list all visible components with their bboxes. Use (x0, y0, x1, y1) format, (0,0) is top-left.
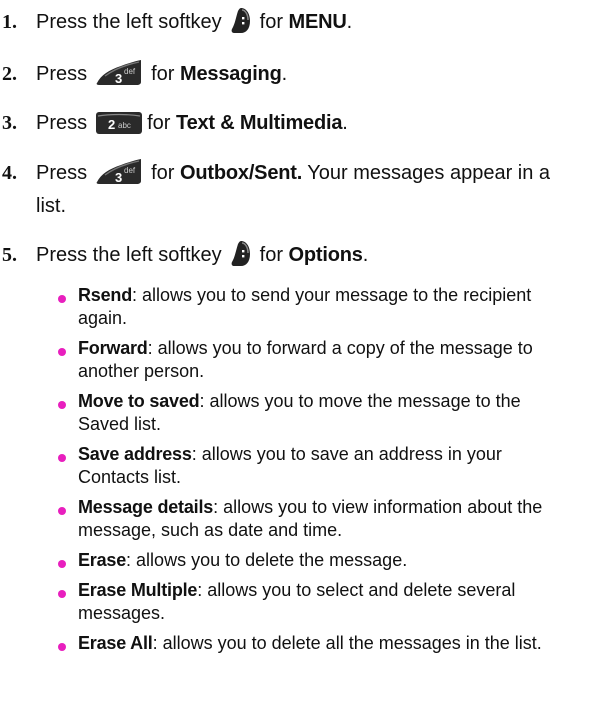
svg-text:3: 3 (115, 71, 122, 86)
option-description: another person. (78, 361, 205, 381)
options-label: Options (288, 244, 363, 266)
step-2: 2. Press 3 def for Messaging. (2, 59, 287, 94)
text-multimedia-label: Text & Multimedia (176, 112, 343, 134)
step-text: for (147, 112, 171, 134)
step-text: Press (36, 63, 88, 85)
key-2-abc-icon: 2 abc (95, 111, 143, 143)
step-text: Press the left softkey (36, 11, 222, 33)
step-text: list. (36, 195, 66, 217)
step-text: . (342, 112, 348, 134)
step-5: 5. Press the left softkey for Options. (2, 240, 368, 275)
step-text: Your messages appear in a (307, 162, 551, 184)
svg-text:3: 3 (115, 170, 122, 185)
step-number: 3. (2, 112, 17, 134)
step-number: 2. (2, 63, 17, 85)
option-term: Save address (78, 444, 192, 464)
option-term: Forward (78, 338, 148, 358)
option-description: Saved list. (78, 414, 162, 434)
step-number: 1. (2, 11, 17, 33)
step-text: . (281, 63, 288, 85)
softkey-left-icon (230, 240, 252, 275)
instruction-document: 1. Press the left softkey for MENU. 2. Pres… (0, 0, 599, 712)
list-item: Save address: allows you to save an addr… (58, 443, 594, 489)
svg-text:def: def (124, 67, 136, 76)
bullet-icon (58, 401, 66, 409)
option-term: Rsend (78, 285, 133, 305)
bullet-icon (58, 454, 66, 462)
step-text: Press the left softkey (36, 244, 222, 266)
list-item: Move to saved: allows you to move the me… (58, 390, 594, 436)
svg-text:abc: abc (118, 121, 131, 130)
option-description: : allows you to move the message to the (199, 391, 521, 411)
option-description: Contacts list. (78, 467, 182, 487)
step-text: Press (36, 112, 88, 134)
option-term: Move to saved (78, 391, 200, 411)
step-number: 4. (2, 162, 17, 184)
list-item: Erase: allows you to delete the message. (58, 549, 594, 572)
bullet-icon (58, 295, 66, 303)
option-description: : allows you to save an address in your (191, 444, 502, 464)
option-description: again. (78, 308, 128, 328)
softkey-left-icon (230, 7, 252, 42)
list-item: Message details: allows you to view info… (58, 496, 594, 542)
step-text: for (259, 11, 283, 33)
key-3-def-icon: 3 def (95, 59, 143, 94)
bullet-icon (58, 507, 66, 515)
step-number: 5. (2, 244, 17, 266)
step-text: . (362, 244, 369, 266)
option-description: message, such as date and time. (78, 520, 343, 540)
step-text: for (259, 244, 283, 266)
list-item: Forward: allows you to forward a copy of… (58, 337, 594, 383)
step-3: 3. Press 2 abc for Text & Multimedia. (2, 110, 348, 143)
option-term: Message details (78, 497, 214, 517)
list-item: Rsend: allows you to send your message t… (58, 284, 594, 330)
menu-label: MENU (288, 11, 347, 33)
step-text: for (151, 162, 175, 184)
messaging-label: Messaging (180, 63, 282, 85)
step-text: for (151, 63, 175, 85)
bullet-icon (58, 560, 66, 568)
step-1: 1. Press the left softkey for MENU. (2, 7, 352, 42)
outbox-sent-label: Outbox/Sent. (180, 162, 303, 184)
step-4: 4. Press 3 def for Outbox/Sent. Your message… (2, 158, 592, 220)
option-term: Erase (78, 550, 127, 570)
option-description: : allows you to delete the message. (126, 550, 408, 570)
step-text: . (346, 11, 353, 33)
key-3-def-icon: 3 def (95, 158, 143, 193)
option-description: : allows you to view information about t… (213, 497, 543, 517)
bullet-icon (58, 348, 66, 356)
option-description: : allows you to send your message to the… (132, 285, 532, 305)
svg-text:def: def (124, 166, 136, 175)
svg-text:2: 2 (108, 117, 115, 132)
option-description: : allows you to forward a copy of the me… (147, 338, 533, 358)
step-text: Press (36, 162, 88, 184)
